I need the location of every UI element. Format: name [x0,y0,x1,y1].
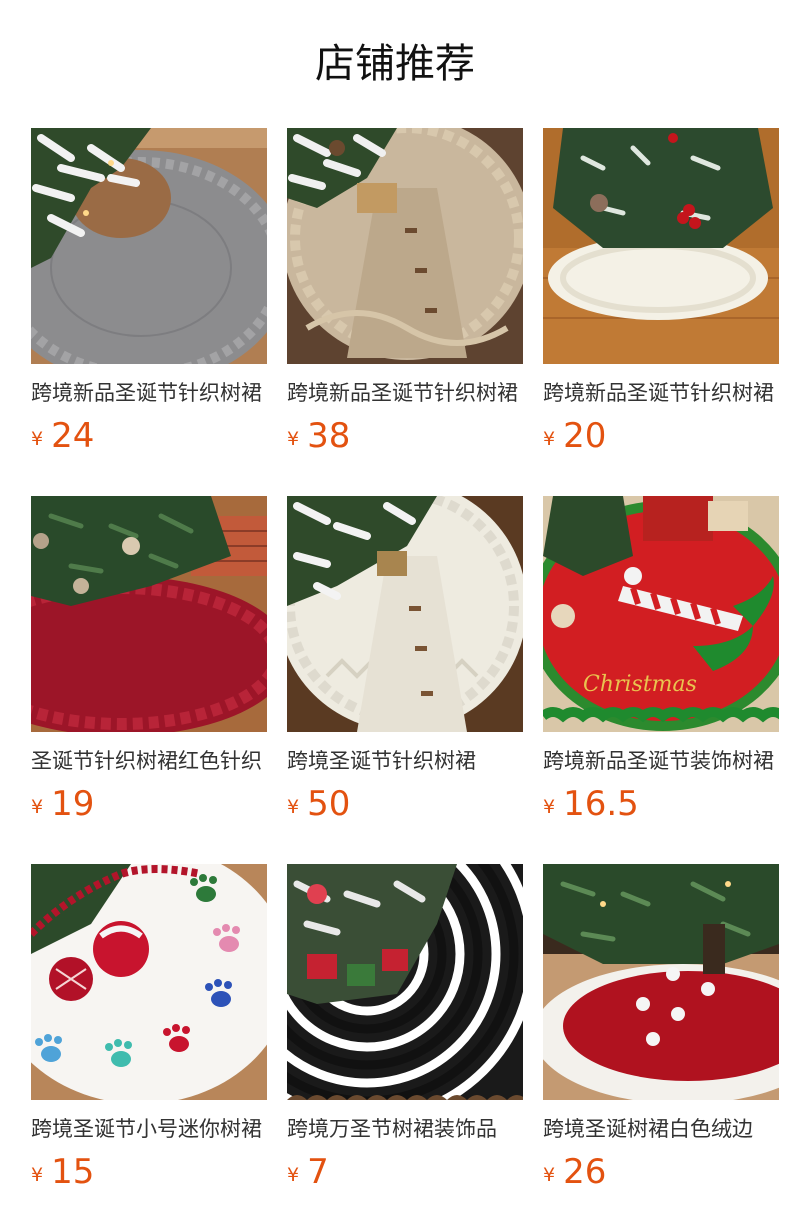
product-price: ¥50 [287,782,350,826]
product-image-black-white-stripe-tree-skirt[interactable] [287,864,523,1100]
product-image-red-knit-tree-skirt[interactable] [31,496,267,732]
product-card[interactable]: 跨境新品圣诞节针织树裙 ¥38 [287,128,523,496]
product-name[interactable]: 跨境圣诞树裙白色绒边 [543,1114,779,1144]
price-value: 19 [51,784,95,824]
currency-symbol: ¥ [287,1164,300,1186]
price-value: 26 [563,1152,607,1192]
price-value: 7 [307,1152,329,1192]
product-price: ¥16.5 [543,782,639,826]
currency-symbol: ¥ [287,796,300,818]
svg-text:Christmas: Christmas [583,672,697,697]
currency-symbol: ¥ [543,796,556,818]
product-image-red-white-plush-tree-skirt[interactable] [543,864,779,1100]
product-price: ¥38 [287,414,350,458]
currency-symbol: ¥ [287,428,300,450]
section-title: 店铺推荐 [315,41,475,87]
product-name[interactable]: 跨境新品圣诞节针织树裙 [543,378,779,408]
product-price: ¥19 [31,782,94,826]
currency-symbol: ¥ [543,428,556,450]
price-value: 16.5 [563,784,639,824]
product-name[interactable]: 跨境圣诞节针织树裙 [287,746,523,776]
product-price: ¥7 [287,1150,329,1194]
product-name[interactable]: 跨境新品圣诞节针织树裙 [287,378,523,408]
product-name[interactable]: 跨境新品圣诞节针织树裙 [31,378,267,408]
product-card[interactable]: 圣诞节针织树裙红色针织 ¥19 [31,496,267,864]
product-card[interactable]: Christmas 跨境新品圣诞节装饰树裙 ¥16.5 [543,496,779,864]
product-card[interactable]: 跨境万圣节树裙装饰品 ¥7 [287,864,523,1232]
currency-symbol: ¥ [31,1164,44,1186]
product-name[interactable]: 跨境新品圣诞节装饰树裙 [543,746,779,776]
product-price: ¥15 [31,1150,94,1194]
product-card[interactable]: 跨境圣诞树裙白色绒边 ¥26 [543,864,779,1232]
product-card[interactable]: 跨境新品圣诞节针织树裙 ¥20 [543,128,779,496]
currency-symbol: ¥ [543,1164,556,1186]
product-price: ¥26 [543,1150,606,1194]
product-name[interactable]: 跨境万圣节树裙装饰品 [287,1114,523,1144]
product-card[interactable]: 跨境圣诞节小号迷你树裙 ¥15 [31,864,267,1232]
product-image-elf-legs-red-tree-skirt[interactable]: Christmas [543,496,779,732]
product-image-beige-knit-tree-skirt[interactable] [287,128,523,364]
product-card[interactable]: 跨境圣诞节针织树裙 ¥50 [287,496,523,864]
currency-symbol: ¥ [31,428,44,450]
product-name[interactable]: 圣诞节针织树裙红色针织 [31,746,267,776]
currency-symbol: ¥ [31,796,44,818]
product-price: ¥20 [543,414,606,458]
price-value: 20 [563,416,607,456]
price-value: 50 [307,784,351,824]
product-name[interactable]: 跨境圣诞节小号迷你树裙 [31,1114,267,1144]
product-image-white-knit-mini-tree-skirt[interactable] [543,128,779,364]
price-value: 15 [51,1152,95,1192]
product-price: ¥24 [31,414,94,458]
product-grid: 跨境新品圣诞节针织树裙 ¥24 跨境新品圣诞节针织树裙 ¥ 38 跨境新品圣诞节… [31,128,790,1232]
product-image-cream-knit-tree-skirt[interactable] [287,496,523,732]
product-card[interactable]: 跨境新品圣诞节针织树裙 ¥24 [31,128,267,496]
price-value: 24 [51,416,95,456]
product-image-grey-knit-tree-skirt[interactable] [31,128,267,364]
price-value: 38 [307,416,351,456]
product-image-paw-print-white-tree-skirt[interactable] [31,864,267,1100]
